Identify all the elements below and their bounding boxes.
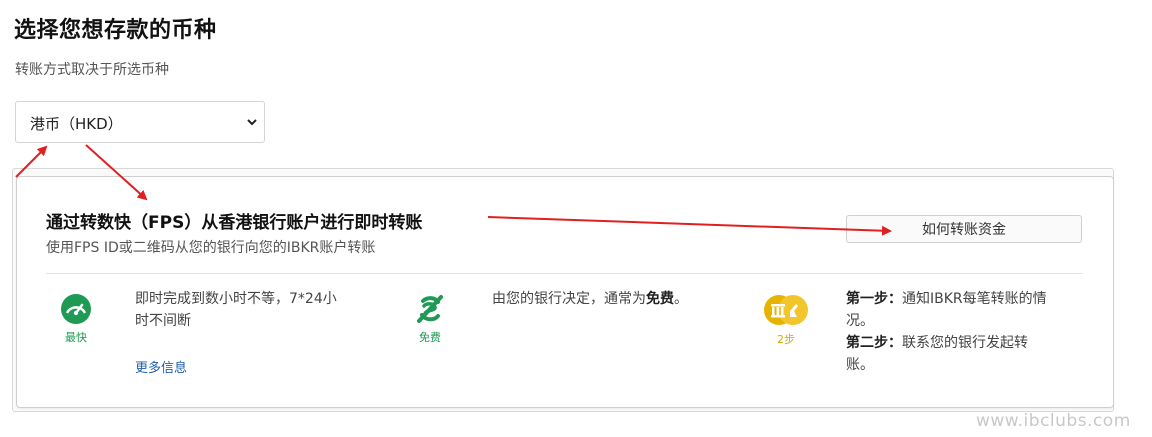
step2-line2: 账。 [846,357,874,373]
step1-line2: 况。 [846,313,874,329]
step2-text: 联系您的银行发起转 [902,335,1028,351]
card-divider [46,273,1083,274]
card-title: 通过转数快（FPS）从香港银行账户进行即时转账 [46,213,423,233]
steps-feature-icon-block: 2步 [756,293,816,347]
currency-select[interactable]: 港币（HKD） [15,101,265,143]
speed-text-line1: 即时完成到数小时不等，7*24小 [135,291,337,307]
page-subtitle: 转账方式取决于所选币种 [15,62,169,78]
chevron-down-icon [247,119,257,126]
no-fee-icon [417,295,443,323]
steps-icon [764,295,808,325]
currency-select-value: 港币（HKD） [30,115,123,133]
page-title: 选择您想存款的币种 [14,18,217,43]
more-info-link[interactable]: 更多信息 [135,357,187,376]
step1-bold: 第一步： [846,291,902,307]
fee-text-suffix: 。 [674,291,688,307]
speedometer-icon [61,294,91,324]
fee-description: 由您的银行决定，通常为免费。 [492,288,752,310]
step2-bold: 第二步： [846,335,902,351]
how-to-transfer-button[interactable]: 如何转账资金 [846,215,1082,243]
fee-text-bold: 免费 [646,291,674,307]
speed-description: 即时完成到数小时不等，7*24小 时不间断 [135,288,375,332]
fee-label: 免费 [419,331,441,344]
step2-line1: 第二步：联系您的银行发起转 [846,332,1086,354]
card-subtitle: 使用FPS ID或二维码从您的银行向您的IBKR账户转账 [46,240,376,256]
speed-feature-icon-block: 最快 [46,293,106,345]
speed-text-line2: 时不间断 [135,313,191,329]
steps-label: 2步 [777,333,795,346]
speed-label: 最快 [65,331,87,344]
watermark: www.ibclubs.com [976,411,1131,431]
step1-text: 通知IBKR每笔转账的情 [902,291,1047,307]
steps-description: 第一步：通知IBKR每笔转账的情 况。 第二步：联系您的银行发起转 账。 [846,288,1086,376]
fee-feature-icon-block: 免费 [400,293,460,345]
fee-text-prefix: 由您的银行决定，通常为 [492,291,646,307]
step1-line1: 第一步：通知IBKR每笔转账的情 [846,288,1086,310]
